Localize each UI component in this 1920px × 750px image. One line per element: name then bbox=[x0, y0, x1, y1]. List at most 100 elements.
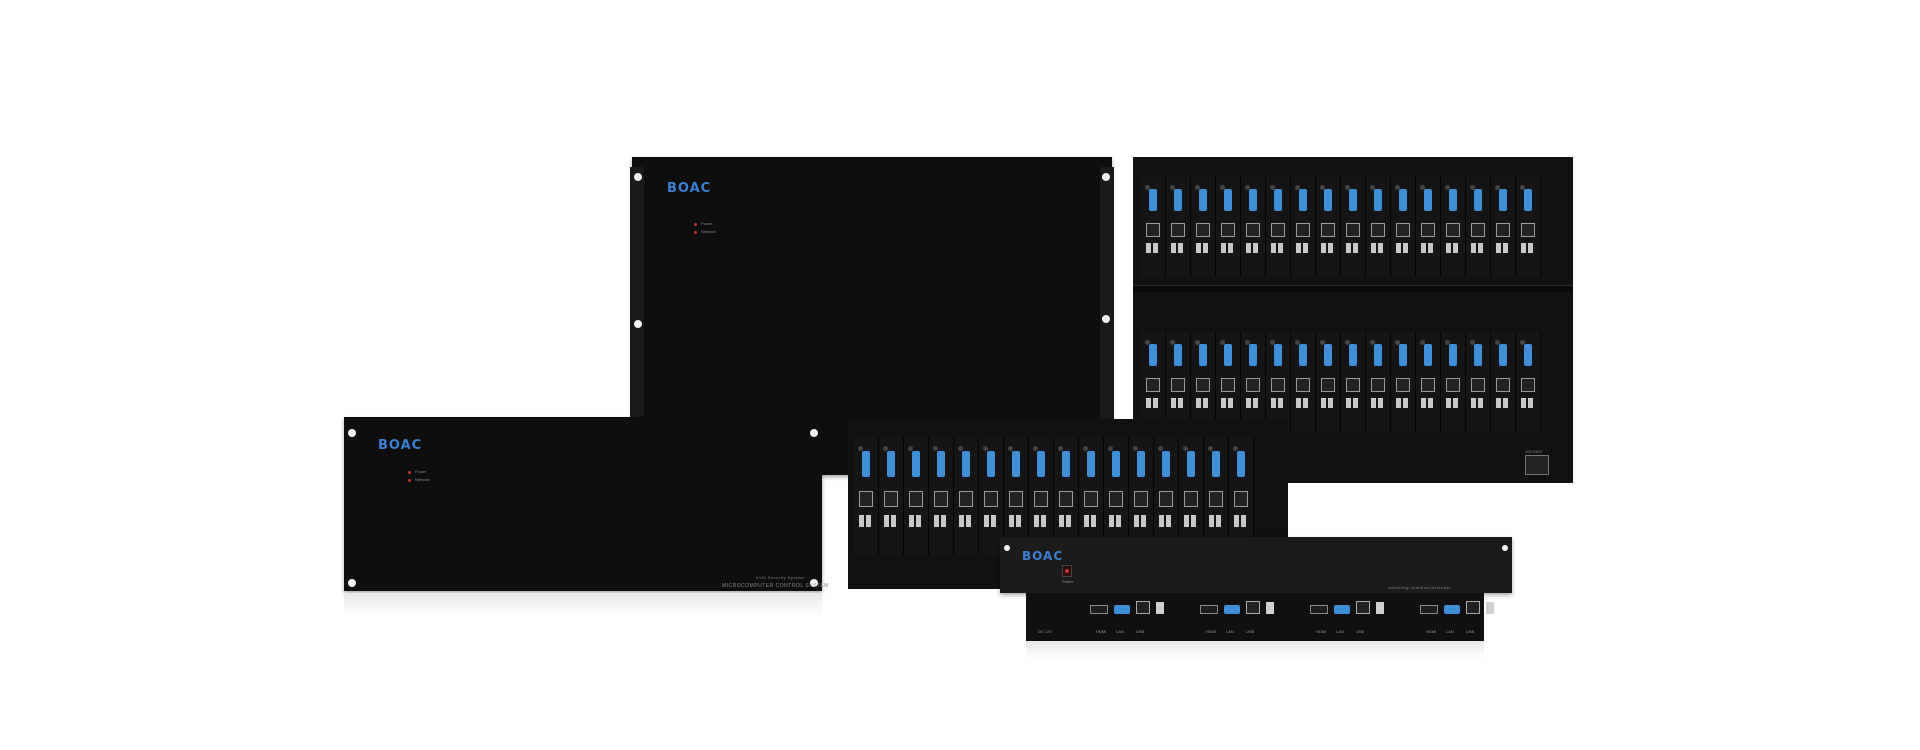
port-label: USB bbox=[1466, 629, 1475, 634]
usb-port-icon bbox=[1321, 398, 1326, 408]
lan-port-icon bbox=[1396, 223, 1410, 237]
network-led bbox=[408, 479, 411, 482]
vga-port-icon bbox=[1224, 605, 1240, 614]
usb-port-icon bbox=[1178, 243, 1183, 253]
vga-port-icon bbox=[1449, 189, 1457, 211]
usb-port-icon bbox=[1209, 514, 1214, 527]
usb-port-icon bbox=[1153, 243, 1158, 253]
io-card bbox=[904, 437, 929, 555]
power-led-label: Power bbox=[701, 221, 713, 226]
lan-port-icon bbox=[1221, 223, 1235, 237]
usb-port-icon bbox=[1376, 602, 1384, 614]
usb-port-icon bbox=[1141, 514, 1146, 527]
usb-port-icon bbox=[1196, 243, 1201, 253]
reflection bbox=[1026, 641, 1484, 659]
port-label: USB bbox=[1136, 629, 1145, 634]
usb-port-icon bbox=[909, 514, 914, 527]
lan-port-icon bbox=[1371, 223, 1385, 237]
usb-port-icon bbox=[1253, 398, 1258, 408]
vga-port-icon bbox=[1499, 189, 1507, 211]
card-row-bottom bbox=[1141, 332, 1541, 432]
lan-port-icon bbox=[1396, 378, 1410, 392]
vga-port-icon bbox=[987, 451, 995, 478]
lan-port-icon bbox=[1171, 223, 1185, 237]
vga-port-icon bbox=[1524, 344, 1532, 366]
vga-port-icon bbox=[1062, 451, 1070, 478]
usb-port-icon bbox=[1146, 243, 1151, 253]
usb-port-icon bbox=[1346, 398, 1351, 408]
io-card bbox=[1416, 332, 1441, 432]
power-led-label: Power bbox=[415, 469, 427, 474]
io-card bbox=[1416, 177, 1441, 277]
lan-port-icon bbox=[909, 491, 923, 508]
usb-port-icon bbox=[891, 514, 896, 527]
usb-port-icon bbox=[1353, 398, 1358, 408]
io-card bbox=[1391, 177, 1416, 277]
vga-port-icon bbox=[1424, 344, 1432, 366]
lan-port-icon bbox=[859, 491, 873, 508]
mount-hole bbox=[1102, 173, 1110, 181]
mount-hole bbox=[1004, 545, 1010, 551]
usb-port-icon bbox=[1528, 398, 1533, 408]
lan-port-icon bbox=[1296, 378, 1310, 392]
usb-port-icon bbox=[1453, 398, 1458, 408]
io-card bbox=[1316, 177, 1341, 277]
io-card bbox=[954, 437, 979, 555]
vga-port-icon bbox=[1334, 605, 1350, 614]
power-switch[interactable] bbox=[1062, 565, 1072, 577]
vga-port-icon bbox=[1224, 189, 1232, 211]
vga-port-icon bbox=[887, 451, 895, 478]
vga-port-icon bbox=[1149, 189, 1157, 211]
vga-port-icon bbox=[1174, 344, 1182, 366]
io-card bbox=[1341, 177, 1366, 277]
usb-port-icon bbox=[1478, 243, 1483, 253]
kvm-extender: DC 12V HDMI LAN USB HDMI LAN USB HDMI LAN USB HDM… bbox=[1026, 593, 1494, 641]
network-led-label: Network bbox=[701, 229, 716, 234]
lan-port-icon bbox=[1146, 223, 1160, 237]
io-card bbox=[879, 437, 904, 555]
vga-port-icon bbox=[1324, 189, 1332, 211]
dc-label: DC 12V bbox=[1038, 629, 1053, 634]
io-card bbox=[1191, 177, 1216, 277]
usb-port-icon bbox=[1271, 243, 1276, 253]
port-label: LAN bbox=[1336, 629, 1344, 634]
usb-port-icon bbox=[1034, 514, 1039, 527]
usb-port-icon bbox=[1109, 514, 1114, 527]
lan-port-icon bbox=[1271, 378, 1285, 392]
usb-port-icon bbox=[1221, 243, 1226, 253]
usb-port-icon bbox=[859, 514, 864, 527]
vga-port-icon bbox=[1149, 344, 1157, 366]
vga-port-icon bbox=[912, 451, 920, 478]
row-divider bbox=[1133, 285, 1573, 292]
io-card bbox=[1141, 177, 1166, 277]
usb-port-icon bbox=[1296, 243, 1301, 253]
vga-port-icon bbox=[1524, 189, 1532, 211]
vga-port-icon bbox=[1187, 451, 1195, 478]
usb-port-icon bbox=[1446, 398, 1451, 408]
usb-port-icon bbox=[1059, 514, 1064, 527]
io-card bbox=[854, 437, 879, 555]
lan-port-icon bbox=[1221, 378, 1235, 392]
io-card bbox=[1441, 332, 1466, 432]
port-group bbox=[1420, 601, 1494, 614]
power-led bbox=[694, 223, 697, 226]
lan-port-icon bbox=[1009, 491, 1023, 508]
lan-port-icon bbox=[1246, 378, 1260, 392]
io-card bbox=[1491, 332, 1516, 432]
lan-port-icon bbox=[1059, 491, 1073, 508]
vga-port-icon bbox=[1424, 189, 1432, 211]
usb-port-icon bbox=[1091, 514, 1096, 527]
port-group bbox=[1090, 601, 1164, 614]
hdmi-port-icon bbox=[1310, 605, 1328, 614]
vga-port-icon bbox=[1374, 189, 1382, 211]
lan-port-icon bbox=[1521, 378, 1535, 392]
usb-port-icon bbox=[1396, 243, 1401, 253]
io-card bbox=[1366, 332, 1391, 432]
usb-port-icon bbox=[1253, 243, 1258, 253]
mount-hole bbox=[810, 429, 818, 437]
vga-port-icon bbox=[1112, 451, 1120, 478]
vga-port-icon bbox=[962, 451, 970, 478]
usb-port-icon bbox=[1403, 243, 1408, 253]
usb-port-icon bbox=[1228, 243, 1233, 253]
vga-port-icon bbox=[1374, 344, 1382, 366]
